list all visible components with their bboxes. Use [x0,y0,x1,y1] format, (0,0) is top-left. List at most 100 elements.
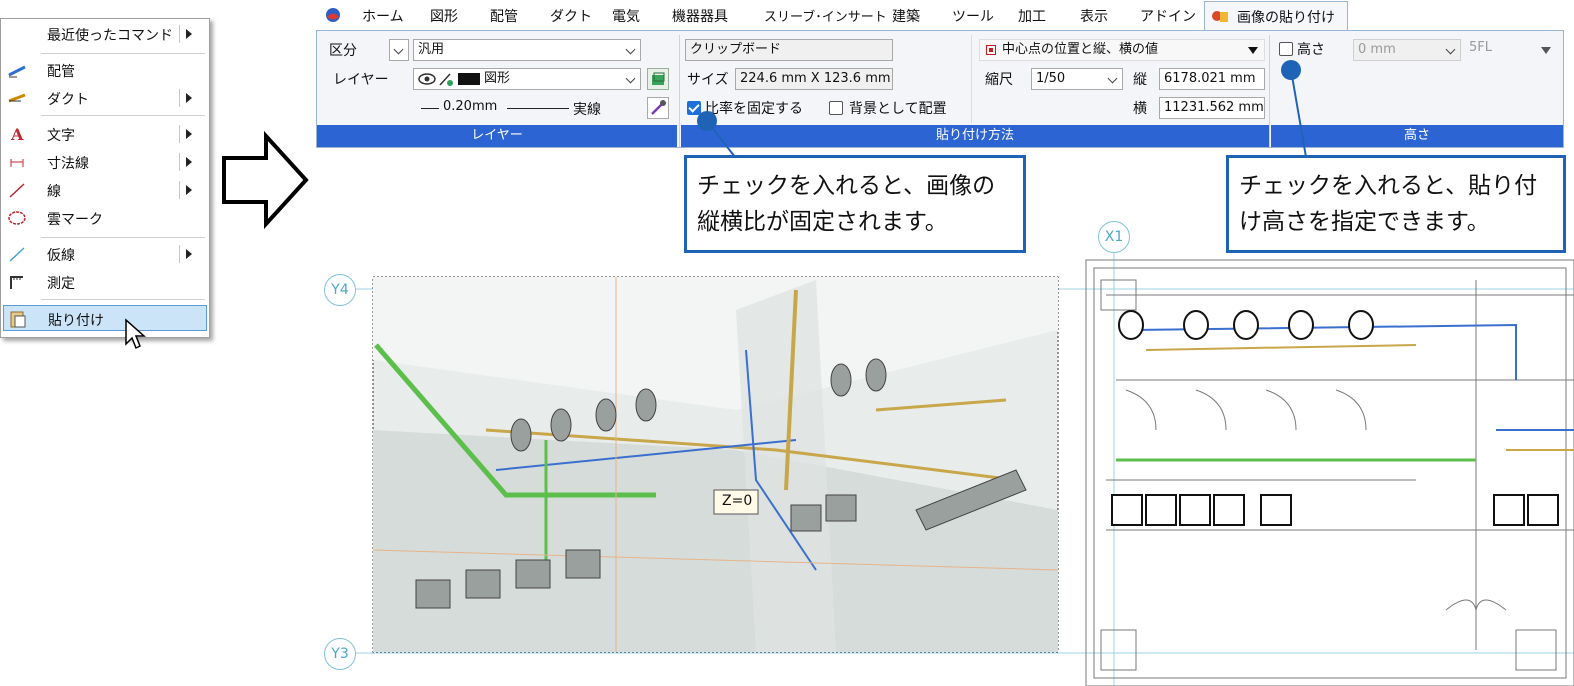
kubun-label: 区分 [329,43,357,59]
menu-item-label: 測定 [47,276,75,292]
tab-home[interactable]: ホーム [362,6,404,26]
tab-view[interactable]: 表示 [1080,6,1108,26]
menu-item-label: 雲マーク [47,212,103,228]
measure-icon [10,276,23,289]
menu-item-cloud-mark[interactable]: 雲マーク [1,205,209,231]
line-type-sample [507,108,569,109]
menu-item-dimension[interactable]: 寸法線 [1,149,209,175]
position-mode-value: 中心点の位置と縦、横の値 [1002,42,1159,57]
axis-label-x1: X1 [1098,221,1130,253]
height-value-select[interactable]: 0 mm [1353,39,1461,61]
submenu-arrow-icon [179,153,192,171]
kubun-dropdown-button[interactable] [389,39,409,61]
scale-value: 1/50 [1036,71,1066,86]
temp-line-icon [9,247,25,262]
center-point-icon [986,45,996,55]
text-icon: A [10,125,24,143]
menu-item-label: 貼り付け [48,313,104,329]
submenu-arrow-icon [179,181,192,199]
scale-label: 縮尺 [985,72,1013,88]
menu-item-label: 配管 [47,64,75,80]
clipboard-icon [10,311,26,328]
ribbon-panel: 区分 汎用 レイヤー 図形 0.20mm 実線 レイヤー クリップボード サイズ… [316,30,1564,148]
cloud-mark-icon [8,211,26,225]
callout-paste-height: チェックを入れると、貼り付け高さを指定できます。 [1226,155,1566,253]
tab-duct[interactable]: ダクト [550,6,592,26]
fix-ratio-checkbox[interactable] [687,101,701,115]
floor-plan[interactable] [1085,259,1574,686]
inner-separator [971,35,972,123]
scale-select[interactable]: 1/50 [1031,68,1123,90]
kubun-value: 汎用 [418,42,445,57]
submenu-arrow-icon [179,25,192,43]
image-paste-icon [1212,11,1228,22]
paste-group-title: 貼り付け方法 [681,125,1269,147]
width-dim-label: 横 [1133,101,1147,117]
layer-group-title: レイヤー [317,125,677,147]
tab-electric[interactable]: 電気 [612,6,640,26]
fixtures [1111,310,1559,526]
pasted-image[interactable] [372,276,1059,653]
position-mode-select[interactable]: 中心点の位置と縦、横の値 [979,39,1265,61]
callout-fix-ratio: チェックを入れると、画像の縦横比が固定されます。 [684,155,1026,253]
tab-sleeve-insert[interactable]: スリーブ･インサート [764,6,887,25]
menu-item-label: 線 [47,184,61,200]
menu-separator [41,299,205,300]
tab-tools[interactable]: ツール [952,6,994,26]
size-value: 224.6 mm X 123.6 mm [740,71,891,86]
menu-separator [41,115,205,116]
layer-value: 図形 [484,71,511,86]
width-dim-input[interactable]: 11231.562 mm [1159,97,1265,119]
mouse-cursor-icon [125,318,146,350]
line-width-sample [421,108,439,109]
line-type-value: 実線 [573,102,601,118]
height-dim-input[interactable]: 6178.021 mm [1159,68,1265,90]
z-level-label: Z=0 [722,493,753,509]
layer-edit-icon [439,73,453,86]
tab-architecture[interactable]: 建築 [892,6,920,26]
svg-text:A: A [10,125,24,143]
menu-item-text[interactable]: A 文字 [1,121,209,147]
callout-anchor-dot [1281,60,1301,80]
menu-item-duct[interactable]: ダクト [1,85,209,111]
eyedropper-icon [651,100,666,115]
menu-item-piping[interactable]: 配管 [1,57,209,83]
app-menu-icon[interactable] [324,6,342,24]
tab-equipment[interactable]: 機器器具 [672,6,728,26]
width-dim-value: 11231.562 mm [1164,100,1264,115]
submenu-arrow-icon [179,245,192,263]
menu-item-temp-line[interactable]: 仮線 [1,241,209,267]
menu-separator [41,237,205,238]
tab-piping[interactable]: 配管 [490,6,518,26]
height-checkbox[interactable] [1279,42,1293,56]
menu-item-paste[interactable]: 貼り付け [3,305,207,331]
layer-manager-button[interactable] [647,68,669,90]
menu-item-recent-commands[interactable]: 最近使ったコマンド [1,21,209,47]
menu-item-label: 最近使ったコマンド [47,28,173,44]
submenu-arrow-icon [179,89,192,107]
tab-image-paste[interactable]: 画像の貼り付け [1204,1,1348,31]
pick-style-button[interactable] [647,97,669,119]
tab-processing[interactable]: 加工 [1018,6,1046,26]
height-reference: 5FL [1469,40,1492,55]
layer-manager-icon [652,72,665,85]
background-checkbox[interactable] [829,101,843,115]
tab-addin[interactable]: アドイン [1140,6,1196,26]
active-tab-label: 画像の貼り付け [1237,10,1335,26]
menu-item-label: ダクト [47,92,89,108]
height-dim-label: 縦 [1133,72,1147,88]
layer-color-swatch [458,73,480,85]
fix-ratio-label: 比率を固定する [705,101,803,117]
kubun-select[interactable]: 汎用 [413,39,641,61]
callout-anchor-dot [697,111,717,131]
right-arrow-icon [222,130,309,230]
submenu-arrow-icon [179,125,192,143]
reference-dropdown-arrow-icon[interactable] [1541,47,1551,54]
line-width-value: 0.20mm [443,99,498,114]
height-value: 0 mm [1358,42,1396,57]
pipe-icon [8,65,26,78]
tab-shapes[interactable]: 図形 [430,6,458,26]
menu-item-line[interactable]: 線 [1,177,209,203]
menu-item-measure[interactable]: 測定 [1,269,209,295]
layer-select[interactable]: 図形 [413,68,641,90]
